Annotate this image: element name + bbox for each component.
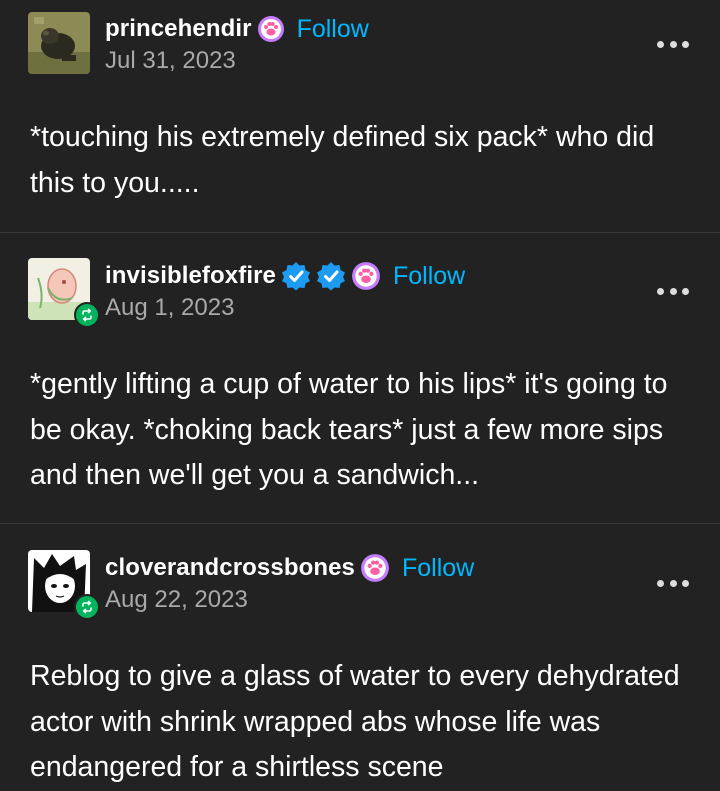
- more-options-button[interactable]: [657, 285, 689, 297]
- username[interactable]: invisiblefoxfire: [105, 262, 276, 290]
- paw-badge-icon: [351, 261, 381, 291]
- verified-badge-icon: [316, 261, 346, 291]
- post-cloverandcrossbones: cloverandcrossbones Follow Aug 22, 2023 …: [0, 524, 720, 791]
- username[interactable]: cloverandcrossbones: [105, 554, 355, 582]
- dot-icon: [669, 579, 677, 587]
- avatar[interactable]: [28, 12, 90, 74]
- dot-icon: [657, 40, 664, 48]
- follow-button[interactable]: Follow: [393, 262, 465, 291]
- follow-button[interactable]: Follow: [297, 15, 369, 44]
- avatar[interactable]: [28, 550, 100, 620]
- dot-icon: [682, 287, 689, 295]
- more-options-button[interactable]: [657, 38, 689, 50]
- dot-icon: [657, 287, 664, 295]
- post-date[interactable]: Jul 31, 2023: [105, 47, 236, 75]
- dot-icon: [657, 579, 664, 587]
- post-body: *touching his extremely defined six pack…: [30, 121, 655, 199]
- post-invisiblefoxfire: invisiblefoxfire Follow Aug 1, 2023 *gen…: [0, 233, 720, 523]
- post-date[interactable]: Aug 22, 2023: [105, 586, 248, 614]
- paw-badge-icon: [360, 553, 390, 583]
- post-header: princehendir Follow: [105, 13, 369, 45]
- reblog-icon: [74, 594, 100, 620]
- verified-badge-icon: [281, 261, 311, 291]
- more-options-button[interactable]: [657, 577, 689, 589]
- username[interactable]: princehendir: [105, 15, 252, 43]
- post-header: cloverandcrossbones Follow: [105, 552, 474, 584]
- post-princehendir: princehendir Follow Jul 31, 2023 *touchi…: [0, 0, 720, 232]
- dot-icon: [682, 579, 689, 587]
- dot-icon: [669, 287, 677, 295]
- post-body: Reblog to give a glass of water to every…: [30, 660, 680, 783]
- post-date[interactable]: Aug 1, 2023: [105, 294, 234, 322]
- reblog-icon: [74, 302, 100, 328]
- dot-icon: [682, 40, 689, 48]
- post-body: *gently lifting a cup of water to his li…: [30, 368, 668, 491]
- avatar-image: [28, 12, 90, 74]
- follow-button[interactable]: Follow: [402, 554, 474, 583]
- post-header: invisiblefoxfire Follow: [105, 260, 465, 292]
- avatar-image-art: [28, 12, 90, 74]
- dot-icon: [669, 40, 677, 48]
- paw-badge-icon: [257, 15, 285, 43]
- avatar[interactable]: [28, 258, 100, 328]
